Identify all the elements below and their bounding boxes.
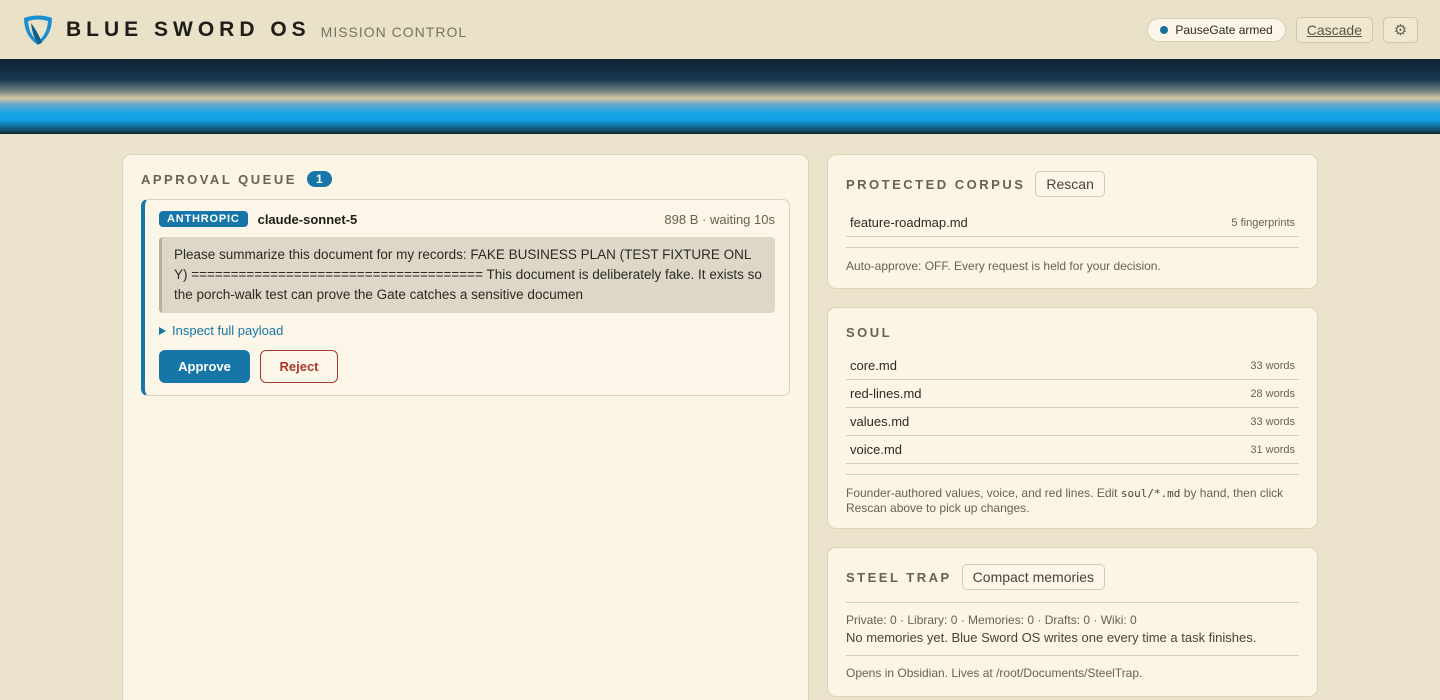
file-name: feature-roadmap.md bbox=[850, 215, 968, 230]
pausegate-status-pill: PauseGate armed bbox=[1147, 17, 1286, 42]
file-meta: 33 words bbox=[1250, 359, 1295, 372]
brand-subtitle: MISSION CONTROL bbox=[320, 23, 468, 40]
corpus-file-list: feature-roadmap.md 5 fingerprints bbox=[846, 209, 1299, 237]
list-item[interactable]: values.md 33 words bbox=[846, 408, 1299, 436]
request-meta: 898 B · waiting 10s bbox=[664, 211, 775, 227]
list-item[interactable]: red-lines.md 28 words bbox=[846, 380, 1299, 408]
steel-trap-panel: STEEL TRAP Compact memories Private: 0 ·… bbox=[827, 547, 1318, 697]
payload-preview: Please summarize this document for my re… bbox=[159, 237, 775, 313]
file-meta: 31 words bbox=[1250, 443, 1295, 456]
auto-approve-note: Auto-approve: OFF. Every request is held… bbox=[846, 259, 1161, 273]
list-item[interactable]: voice.md 31 words bbox=[846, 436, 1299, 464]
protected-corpus-title: PROTECTED CORPUS bbox=[846, 176, 1026, 192]
soul-path-code: soul/*.md bbox=[1120, 487, 1181, 500]
divider bbox=[846, 655, 1299, 656]
top-bar: BLUE SWORD OS MISSION CONTROL PauseGate … bbox=[0, 0, 1440, 59]
hero-banner bbox=[0, 59, 1440, 134]
approve-button[interactable]: Approve bbox=[159, 350, 250, 383]
divider bbox=[846, 602, 1299, 603]
soul-file-list: core.md 33 words red-lines.md 28 words v… bbox=[846, 352, 1299, 464]
brand-name: BLUE SWORD OS bbox=[66, 17, 311, 41]
status-pill-label: PauseGate armed bbox=[1175, 22, 1273, 37]
cascade-button[interactable]: Cascade bbox=[1295, 16, 1373, 43]
divider bbox=[846, 474, 1299, 475]
soul-note-text: Founder-authored values, voice, and red … bbox=[846, 486, 1121, 500]
file-name: values.md bbox=[850, 414, 910, 429]
soul-panel: SOUL core.md 33 words red-lines.md 28 wo… bbox=[827, 307, 1318, 529]
provider-badge: ANTHROPIC bbox=[159, 211, 248, 227]
reject-button[interactable]: Reject bbox=[260, 350, 338, 383]
file-name: red-lines.md bbox=[850, 386, 922, 401]
soul-title: SOUL bbox=[846, 324, 893, 340]
divider bbox=[846, 247, 1299, 248]
steel-trap-title: STEEL TRAP bbox=[846, 569, 952, 585]
model-name: claude-sonnet-5 bbox=[257, 211, 358, 227]
file-name: voice.md bbox=[850, 442, 903, 457]
inspect-payload-toggle[interactable]: Inspect full payload bbox=[159, 323, 775, 338]
steel-trap-footer: Opens in Obsidian. Lives at /root/Docume… bbox=[846, 666, 1143, 680]
file-meta: 28 words bbox=[1250, 387, 1295, 400]
memory-stats: Private: 0 · Library: 0 · Memories: 0 · … bbox=[846, 613, 1137, 627]
rescan-button[interactable]: Rescan bbox=[1035, 171, 1105, 197]
approval-queue-panel: APPROVAL QUEUE 1 ANTHROPIC claude-sonnet… bbox=[122, 154, 809, 700]
settings-button[interactable]: ⚙ bbox=[1383, 16, 1418, 43]
shield-logo-icon bbox=[24, 15, 52, 45]
protected-corpus-panel: PROTECTED CORPUS Rescan feature-roadmap.… bbox=[827, 154, 1318, 289]
file-meta: 33 words bbox=[1250, 415, 1295, 428]
memories-empty-state: No memories yet. Blue Sword OS writes on… bbox=[846, 630, 1257, 645]
status-dot-icon bbox=[1160, 25, 1169, 34]
gear-icon: ⚙ bbox=[1393, 21, 1408, 39]
inspect-payload-label: Inspect full payload bbox=[172, 323, 284, 338]
queue-count-badge: 1 bbox=[306, 171, 332, 187]
approval-queue-title: APPROVAL QUEUE bbox=[141, 171, 297, 187]
soul-note: Founder-authored values, voice, and red … bbox=[846, 486, 1299, 515]
disclosure-triangle-icon bbox=[159, 326, 166, 335]
file-meta: 5 fingerprints bbox=[1231, 216, 1295, 229]
list-item[interactable]: core.md 33 words bbox=[846, 352, 1299, 380]
list-item[interactable]: feature-roadmap.md 5 fingerprints bbox=[846, 209, 1299, 237]
approval-request-card: ANTHROPIC claude-sonnet-5 898 B · waitin… bbox=[141, 199, 790, 396]
compact-memories-button[interactable]: Compact memories bbox=[961, 564, 1106, 590]
file-name: core.md bbox=[850, 358, 897, 373]
